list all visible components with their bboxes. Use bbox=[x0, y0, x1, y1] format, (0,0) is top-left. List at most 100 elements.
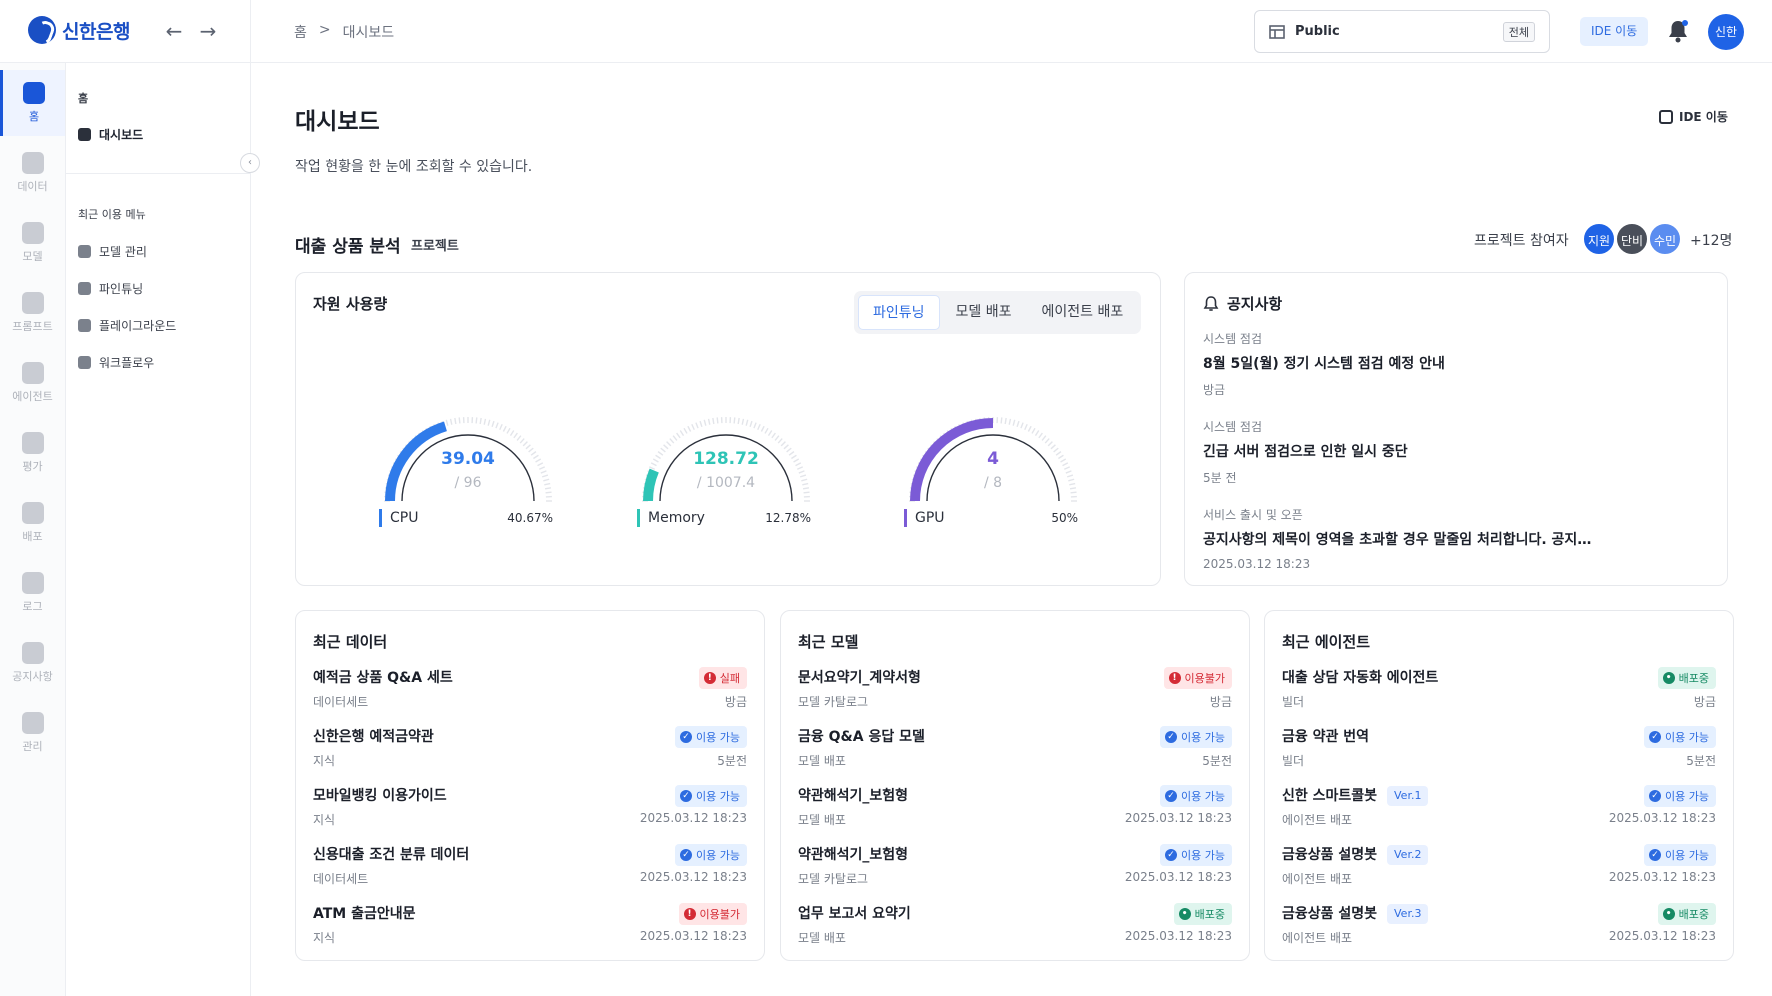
list-item[interactable]: 금융 약관 번역 빌더 5분전 ✓ 이용 가능 bbox=[1282, 726, 1716, 776]
gauge-tick bbox=[1031, 427, 1036, 434]
subnav-item-dashboard[interactable]: 대시보드 bbox=[78, 126, 143, 143]
gauge-tick bbox=[519, 438, 525, 444]
status-badge-label: 이용불가 bbox=[1184, 672, 1225, 685]
subnav-item-model-management[interactable]: 모델 관리 bbox=[78, 243, 147, 260]
collapse-sidebar-icon[interactable]: ‹ bbox=[240, 153, 260, 173]
list-item-name: 신한 스마트콜봇 bbox=[1282, 788, 1378, 804]
gauge-tick bbox=[491, 420, 495, 428]
status-badge-label: 이용 가능 bbox=[1665, 731, 1709, 744]
list-item[interactable]: 금융상품 설명봇 에이전트 배포 2025.03.12 18:23 ✓ 이용 가능 Ver… bbox=[1282, 844, 1716, 894]
status-badge: ! 이용불가 bbox=[678, 903, 747, 925]
participant-avatar[interactable]: 수민 bbox=[1648, 222, 1682, 256]
notice-card: 공지사항 시스템 점검 8월 5일(월) 정기 시스템 점검 예정 안내 방금 … bbox=[1184, 272, 1728, 586]
list-item[interactable]: 약관해석기_보험형 모델 카탈로그 2025.03.12 18:23 ✓ 이용 가능 bbox=[798, 844, 1232, 894]
rail-item-agent[interactable]: 에이전트 bbox=[0, 350, 65, 416]
rail-item-evaluate[interactable]: 평가 bbox=[0, 420, 65, 486]
external-link-icon bbox=[1659, 109, 1673, 124]
status-fail-icon: ! bbox=[1168, 672, 1181, 684]
list-item[interactable]: 신한 스마트콜봇 에이전트 배포 2025.03.12 18:23 ✓ 이용 가능 Ver… bbox=[1282, 785, 1716, 835]
gauge-tick bbox=[499, 423, 503, 431]
status-ok-icon: ✓ bbox=[680, 849, 693, 861]
notification-bell-icon[interactable] bbox=[1666, 18, 1690, 44]
notice-item[interactable]: 시스템 점검 8월 5일(월) 정기 시스템 점검 예정 안내 방금 bbox=[1203, 330, 1703, 398]
rail-item-log[interactable]: 로그 bbox=[0, 560, 65, 626]
participant-avatar[interactable]: 지원 bbox=[1582, 222, 1616, 256]
list-item[interactable]: 예적금 상품 Q&A 세트 데이터세트 방금! 실패 bbox=[313, 667, 747, 717]
rail-item-prompt[interactable]: 프롬프트 bbox=[0, 280, 65, 346]
gauge-tick bbox=[487, 419, 491, 426]
gauge-tick bbox=[475, 417, 478, 424]
list-item-type: 지식 bbox=[313, 931, 336, 945]
ide-move-link-label: IDE 이동 bbox=[1679, 110, 1728, 124]
list-item-name: 금융상품 설명봇 bbox=[1282, 847, 1378, 863]
status-badge-label: 실패 bbox=[719, 672, 740, 685]
gauge-tick bbox=[676, 432, 681, 439]
list-item[interactable]: ATM 출금안내문 지식 2025.03.12 18:23! 이용불가 bbox=[313, 903, 747, 953]
rail-item-label: 모델 bbox=[22, 250, 43, 263]
tab-agent-deploy[interactable]: 에이전트 배포 bbox=[1028, 295, 1138, 330]
megaphone-icon bbox=[21, 642, 44, 664]
back-arrow-icon[interactable]: ← bbox=[162, 19, 186, 43]
rail-item-home[interactable]: 홈 bbox=[0, 70, 65, 136]
project-tag: 프로젝트 bbox=[411, 239, 459, 254]
status-badge-label: 이용 가능 bbox=[1665, 790, 1709, 803]
log-icon bbox=[21, 572, 44, 594]
list-item[interactable]: 신한은행 예적금약관 지식 5분전 ✓ 이용 가능 bbox=[313, 726, 747, 776]
gauge-tick bbox=[1000, 417, 1003, 424]
gauge-tick bbox=[774, 435, 780, 441]
list-item[interactable]: 업무 보고서 요약기 모델 배포 2025.03.12 18:23 • 배포중 bbox=[798, 903, 1232, 953]
rail-item-model[interactable]: 모델 bbox=[0, 210, 65, 276]
list-item-name: 신한은행 예적금약관 bbox=[313, 729, 434, 745]
notice-title-label: 공지사항 bbox=[1227, 295, 1283, 313]
rail-item-data[interactable]: 데이터 bbox=[0, 140, 65, 206]
notice-item[interactable]: 시스템 점검 긴급 서버 점검으로 인한 일시 중단 5분 전 bbox=[1203, 418, 1703, 486]
gauge-tick bbox=[458, 417, 461, 424]
project-title: 대출 상품 분석 bbox=[295, 237, 401, 257]
status-badge-label: 배포중 bbox=[1678, 908, 1709, 921]
recent-agents-card: 최근 에이전트 대출 상담 자동화 에이전트 빌더 방금 • 배포중 금융 약관 번역 빌더… bbox=[1264, 610, 1734, 961]
gauge-tick bbox=[780, 441, 786, 447]
list-item-name: 대출 상담 자동화 에이전트 bbox=[1282, 670, 1439, 686]
subnav-item-finetuning[interactable]: 파인튜닝 bbox=[78, 280, 143, 297]
subnav-item-playground[interactable]: 플레이그라운드 bbox=[78, 317, 176, 334]
brand-logo[interactable]: 신한은행 bbox=[28, 16, 130, 44]
gauge-tick bbox=[757, 423, 761, 431]
list-item[interactable]: 신용대출 조건 분류 데이터 데이터세트 2025.03.12 18:23 ✓ 이용 가… bbox=[313, 844, 747, 894]
list-item-time: 방금 bbox=[1693, 695, 1716, 709]
workspace-selector[interactable]: Public 전체 bbox=[1254, 10, 1550, 53]
list-item[interactable]: 모바일뱅킹 이용가이드 지식 2025.03.12 18:23 ✓ 이용 가능 bbox=[313, 785, 747, 835]
notice-category: 시스템 점검 bbox=[1203, 332, 1263, 346]
sub-sidebar: 홈 대시보드 ‹ 최근 이용 메뉴 모델 관리 파인튜닝 플레이그라운드 워크플… bbox=[66, 63, 260, 996]
cpu-value: 39.04 bbox=[441, 449, 495, 469]
rail-item-admin[interactable]: 관리 bbox=[0, 700, 65, 766]
notice-headline: 긴급 서버 점검으로 인한 일시 중단 bbox=[1203, 444, 1408, 460]
rail-item-notice[interactable]: 공지사항 bbox=[0, 630, 65, 696]
gauge-tick bbox=[1070, 491, 1077, 494]
list-item[interactable]: 문서요약기_계약서형 모델 카탈로그 방금! 이용불가 bbox=[798, 667, 1232, 717]
ide-move-link[interactable]: IDE 이동 bbox=[1659, 108, 1728, 125]
list-item[interactable]: 대출 상담 자동화 에이전트 빌더 방금 • 배포중 bbox=[1282, 667, 1716, 717]
rail-item-deploy[interactable]: 배포 bbox=[0, 490, 65, 556]
list-item[interactable]: 약관해석기_보험형 모델 배포 2025.03.12 18:23 ✓ 이용 가능 bbox=[798, 785, 1232, 835]
participant-avatar[interactable]: 단비 bbox=[1615, 222, 1649, 256]
list-item[interactable]: 금융상품 설명봇 에이전트 배포 2025.03.12 18:23 • 배포중 Ver.3 bbox=[1282, 903, 1716, 953]
list-item[interactable]: 금융 Q&A 응답 모델 모델 배포 5분전 ✓ 이용 가능 bbox=[798, 726, 1232, 776]
subnav-item-workflow[interactable]: 워크플로우 bbox=[78, 354, 154, 371]
status-badge-label: 이용 가능 bbox=[1181, 731, 1225, 744]
gauge-tick bbox=[1034, 430, 1040, 436]
tab-finetuning[interactable]: 파인튜닝 bbox=[858, 295, 940, 330]
tab-model-deploy[interactable]: 모델 배포 bbox=[942, 295, 1026, 330]
forward-arrow-icon[interactable]: → bbox=[196, 19, 220, 43]
participants-more-count[interactable]: +12명 bbox=[1690, 230, 1732, 250]
status-badge-label: 이용 가능 bbox=[1181, 849, 1225, 862]
notice-item[interactable]: 서비스 출시 및 오픈 공지사항의 제목이 영역을 초과할 경우 말줄임 처리합… bbox=[1203, 506, 1603, 571]
sliders-icon bbox=[78, 282, 91, 295]
ide-move-button[interactable]: IDE 이동 bbox=[1580, 17, 1649, 46]
gpu-value: 4 bbox=[987, 449, 999, 469]
resource-usage-card: 자원 사용량 파인튜닝 모델 배포 에이전트 배포 39.04 / 96 CPU… bbox=[295, 272, 1161, 586]
gauge-tick bbox=[545, 491, 552, 494]
breadcrumb-home[interactable]: 홈 bbox=[294, 22, 307, 42]
list-item-name: 금융상품 설명봇 bbox=[1282, 906, 1378, 922]
subnav-item-label: 모델 관리 bbox=[99, 245, 147, 259]
user-avatar[interactable]: 신한 bbox=[1708, 14, 1744, 50]
